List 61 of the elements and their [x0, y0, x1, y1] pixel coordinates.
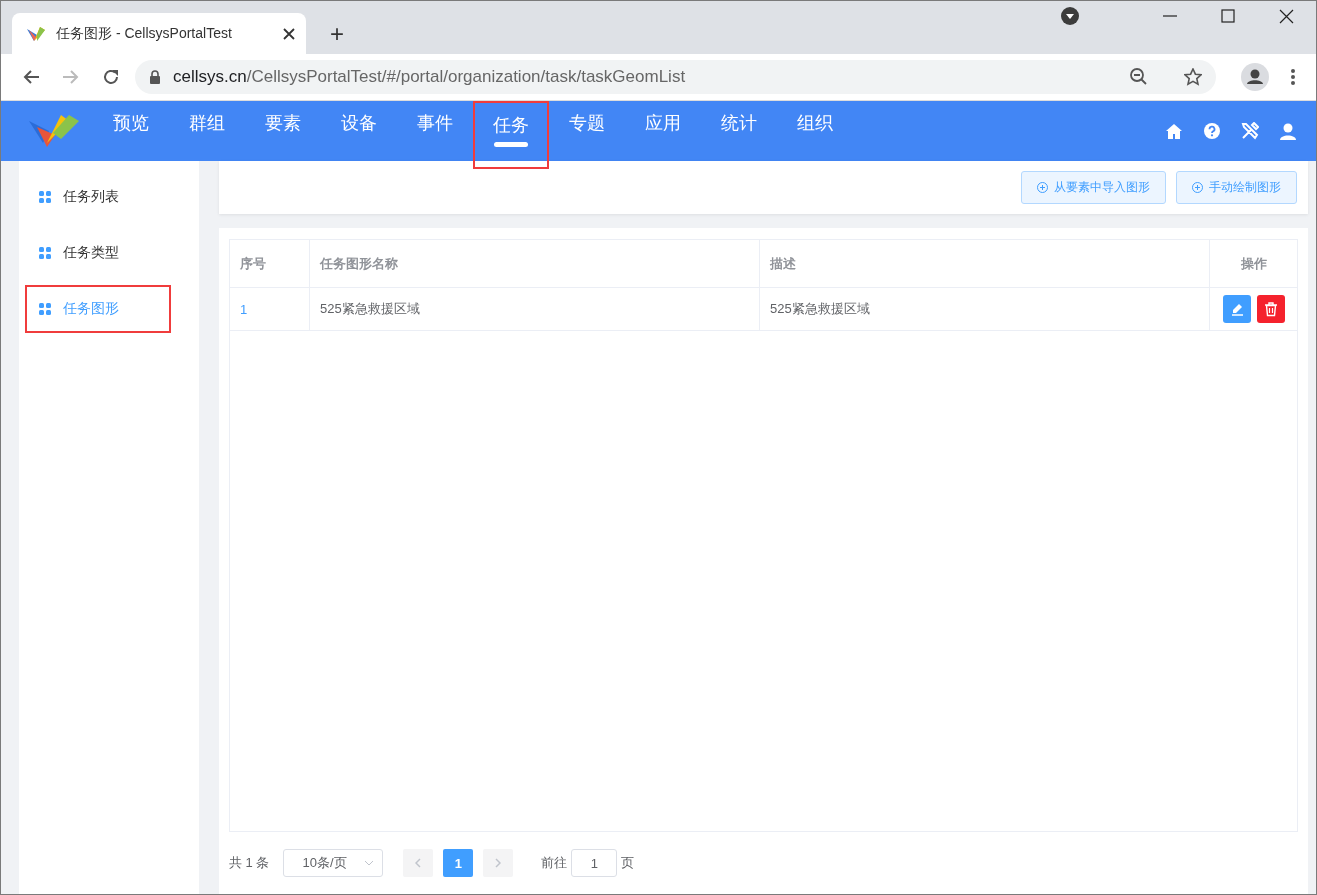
maximize-icon[interactable] [1221, 9, 1235, 23]
home-icon[interactable] [1165, 122, 1183, 140]
logo-icon [29, 113, 81, 149]
column-header: 操作 [1239, 254, 1268, 273]
grid-icon [39, 247, 51, 259]
nav-tab[interactable]: 事件 [397, 93, 473, 153]
nav-tab[interactable]: 组织 [777, 93, 853, 153]
page-input[interactable]: 1 [571, 849, 618, 877]
delete-button[interactable] [1256, 295, 1285, 323]
close-icon[interactable] [282, 26, 296, 41]
total-count: 共 1 条 [229, 854, 270, 872]
reload-icon[interactable] [102, 68, 120, 86]
star-icon[interactable] [1184, 68, 1202, 86]
chevron-left-icon [415, 858, 422, 868]
nav-tab[interactable]: 应用 [625, 93, 701, 153]
nav-tab[interactable]: 要素 [245, 93, 321, 153]
sidebar-item[interactable]: 任务列表 [19, 169, 199, 225]
table-cell: 525紧急救援区域 [760, 288, 1210, 330]
sidebar-item[interactable]: 任务图形 [25, 285, 171, 333]
tab-title: 任务图形 - CellsysPortalTest [56, 24, 233, 43]
sidebar-item[interactable]: 任务类型 [19, 225, 199, 281]
grid-icon [39, 303, 51, 315]
column-header: 任务图形名称 [310, 240, 760, 287]
nav-tab[interactable]: 专题 [549, 93, 625, 153]
toolbar-button[interactable]: 从要素中导入图形 [1021, 171, 1166, 204]
page-size-select[interactable]: 10条/页 [283, 849, 384, 877]
plus-circle-icon [1192, 182, 1203, 193]
chevron-down-icon [364, 860, 375, 866]
profile-icon[interactable] [1241, 63, 1269, 91]
browser-tab[interactable]: 任务图形 - CellsysPortalTest [12, 13, 306, 54]
column-header: 序号 [230, 240, 310, 287]
edit-button[interactable] [1222, 295, 1251, 323]
back-icon[interactable] [22, 68, 40, 86]
menu-icon[interactable] [1291, 69, 1295, 85]
nav-tab[interactable]: 任务 [473, 101, 549, 169]
table-cell: 525紧急救援区域 [310, 288, 760, 330]
toolbar-button[interactable]: 手动绘制图形 [1176, 171, 1297, 204]
lock-icon [149, 70, 161, 84]
goto-label: 前往 [541, 854, 568, 872]
url-text: cellsys.cn/CellsysPortalTest/#/portal/organization/task/taskGeomList [173, 67, 686, 87]
tools-icon[interactable] [1241, 122, 1259, 140]
close-icon[interactable] [1279, 8, 1294, 24]
column-header: 描述 [760, 240, 1210, 287]
nav-tab[interactable]: 预览 [93, 93, 169, 153]
plus-circle-icon [1037, 182, 1048, 193]
help-icon[interactable] [1204, 123, 1220, 139]
nav-tab[interactable]: 群组 [169, 93, 245, 153]
grid-icon [39, 191, 51, 203]
user-icon[interactable] [1280, 122, 1296, 140]
trash-icon [1263, 301, 1278, 317]
pencil-icon [1229, 302, 1244, 316]
nav-tab[interactable]: 设备 [321, 93, 397, 153]
nav-tab[interactable]: 统计 [701, 93, 777, 153]
page-suffix: 页 [621, 854, 635, 872]
zoom-out-icon[interactable] [1130, 68, 1148, 86]
page-number[interactable]: 1 [443, 849, 474, 877]
new-tab-button[interactable]: + [330, 22, 344, 46]
active-underline [494, 142, 528, 147]
address-bar[interactable]: cellsys.cn/CellsysPortalTest/#/portal/organization/task/taskGeomList [135, 60, 1216, 94]
table-cell: 1 [230, 288, 310, 330]
chevron-right-icon [495, 858, 502, 868]
